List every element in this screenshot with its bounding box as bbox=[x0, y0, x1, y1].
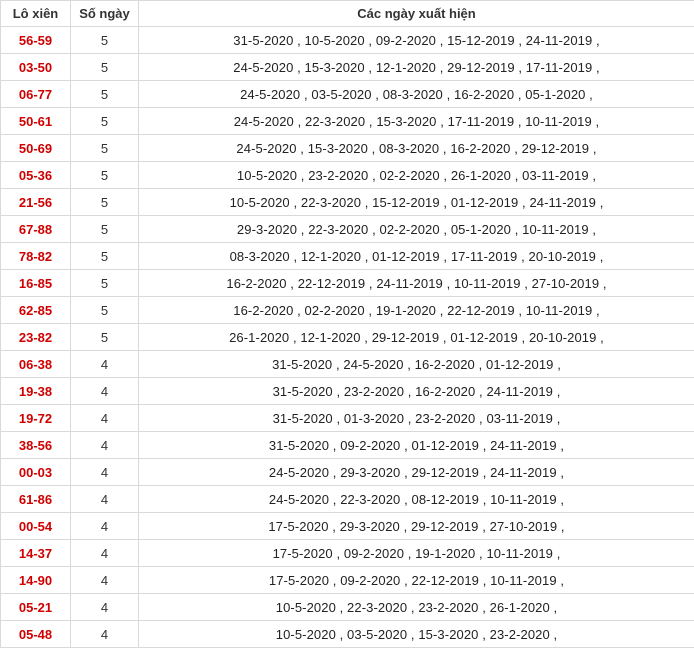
dates-cell: 10-5-2020 , 22-3-2020 , 23-2-2020 , 26-1… bbox=[139, 594, 694, 621]
pair-cell: 19-72 bbox=[1, 405, 71, 432]
days-cell: 5 bbox=[71, 108, 139, 135]
pair-cell: 16-85 bbox=[1, 270, 71, 297]
dates-cell: 24-5-2020 , 29-3-2020 , 29-12-2019 , 24-… bbox=[139, 459, 694, 486]
pair-cell: 38-56 bbox=[1, 432, 71, 459]
days-cell: 5 bbox=[71, 27, 139, 54]
dates-cell: 31-5-2020 , 23-2-2020 , 16-2-2020 , 24-1… bbox=[139, 378, 694, 405]
pair-cell: 06-38 bbox=[1, 351, 71, 378]
pair-cell: 21-56 bbox=[1, 189, 71, 216]
dates-cell: 17-5-2020 , 09-2-2020 , 19-1-2020 , 10-1… bbox=[139, 540, 694, 567]
days-cell: 5 bbox=[71, 216, 139, 243]
dates-cell: 24-5-2020 , 22-3-2020 , 08-12-2019 , 10-… bbox=[139, 486, 694, 513]
header-lo-xien: Lô xiên bbox=[1, 1, 71, 27]
pair-cell: 78-82 bbox=[1, 243, 71, 270]
pair-cell: 14-37 bbox=[1, 540, 71, 567]
pair-cell: 62-85 bbox=[1, 297, 71, 324]
table-row: 56-59531-5-2020 , 10-5-2020 , 09-2-2020 … bbox=[1, 27, 694, 54]
table-row: 50-69524-5-2020 , 15-3-2020 , 08-3-2020 … bbox=[1, 135, 694, 162]
days-cell: 5 bbox=[71, 54, 139, 81]
dates-cell: 10-5-2020 , 23-2-2020 , 02-2-2020 , 26-1… bbox=[139, 162, 694, 189]
header-so-ngay: Số ngày bbox=[71, 1, 139, 27]
days-cell: 4 bbox=[71, 432, 139, 459]
table-row: 78-82508-3-2020 , 12-1-2020 , 01-12-2019… bbox=[1, 243, 694, 270]
lo-xien-table: Lô xiên Số ngày Các ngày xuất hiện 56-59… bbox=[0, 0, 694, 648]
days-cell: 4 bbox=[71, 540, 139, 567]
table-row: 05-21410-5-2020 , 22-3-2020 , 23-2-2020 … bbox=[1, 594, 694, 621]
dates-cell: 16-2-2020 , 02-2-2020 , 19-1-2020 , 22-1… bbox=[139, 297, 694, 324]
pair-cell: 03-50 bbox=[1, 54, 71, 81]
table-row: 19-38431-5-2020 , 23-2-2020 , 16-2-2020 … bbox=[1, 378, 694, 405]
table-row: 50-61524-5-2020 , 22-3-2020 , 15-3-2020 … bbox=[1, 108, 694, 135]
table-row: 05-36510-5-2020 , 23-2-2020 , 02-2-2020 … bbox=[1, 162, 694, 189]
dates-cell: 16-2-2020 , 22-12-2019 , 24-11-2019 , 10… bbox=[139, 270, 694, 297]
table-row: 19-72431-5-2020 , 01-3-2020 , 23-2-2020 … bbox=[1, 405, 694, 432]
days-cell: 5 bbox=[71, 324, 139, 351]
dates-cell: 24-5-2020 , 22-3-2020 , 15-3-2020 , 17-1… bbox=[139, 108, 694, 135]
table-row: 14-37417-5-2020 , 09-2-2020 , 19-1-2020 … bbox=[1, 540, 694, 567]
pair-cell: 14-90 bbox=[1, 567, 71, 594]
dates-cell: 17-5-2020 , 09-2-2020 , 22-12-2019 , 10-… bbox=[139, 567, 694, 594]
table-row: 23-82526-1-2020 , 12-1-2020 , 29-12-2019… bbox=[1, 324, 694, 351]
days-cell: 4 bbox=[71, 459, 139, 486]
dates-cell: 10-5-2020 , 22-3-2020 , 15-12-2019 , 01-… bbox=[139, 189, 694, 216]
pair-cell: 05-48 bbox=[1, 621, 71, 648]
days-cell: 4 bbox=[71, 378, 139, 405]
dates-cell: 31-5-2020 , 01-3-2020 , 23-2-2020 , 03-1… bbox=[139, 405, 694, 432]
pair-cell: 05-21 bbox=[1, 594, 71, 621]
days-cell: 5 bbox=[71, 297, 139, 324]
table-row: 16-85516-2-2020 , 22-12-2019 , 24-11-201… bbox=[1, 270, 694, 297]
table-row: 03-50524-5-2020 , 15-3-2020 , 12-1-2020 … bbox=[1, 54, 694, 81]
dates-cell: 08-3-2020 , 12-1-2020 , 01-12-2019 , 17-… bbox=[139, 243, 694, 270]
dates-cell: 24-5-2020 , 15-3-2020 , 08-3-2020 , 16-2… bbox=[139, 135, 694, 162]
table-row: 67-88529-3-2020 , 22-3-2020 , 02-2-2020 … bbox=[1, 216, 694, 243]
dates-cell: 24-5-2020 , 03-5-2020 , 08-3-2020 , 16-2… bbox=[139, 81, 694, 108]
days-cell: 4 bbox=[71, 621, 139, 648]
pair-cell: 06-77 bbox=[1, 81, 71, 108]
dates-cell: 17-5-2020 , 29-3-2020 , 29-12-2019 , 27-… bbox=[139, 513, 694, 540]
days-cell: 4 bbox=[71, 486, 139, 513]
days-cell: 4 bbox=[71, 567, 139, 594]
pair-cell: 05-36 bbox=[1, 162, 71, 189]
dates-cell: 10-5-2020 , 03-5-2020 , 15-3-2020 , 23-2… bbox=[139, 621, 694, 648]
table-row: 62-85516-2-2020 , 02-2-2020 , 19-1-2020 … bbox=[1, 297, 694, 324]
dates-cell: 31-5-2020 , 09-2-2020 , 01-12-2019 , 24-… bbox=[139, 432, 694, 459]
days-cell: 5 bbox=[71, 135, 139, 162]
days-cell: 5 bbox=[71, 189, 139, 216]
dates-cell: 31-5-2020 , 10-5-2020 , 09-2-2020 , 15-1… bbox=[139, 27, 694, 54]
dates-cell: 26-1-2020 , 12-1-2020 , 29-12-2019 , 01-… bbox=[139, 324, 694, 351]
table-row: 06-38431-5-2020 , 24-5-2020 , 16-2-2020 … bbox=[1, 351, 694, 378]
days-cell: 4 bbox=[71, 513, 139, 540]
table-row: 14-90417-5-2020 , 09-2-2020 , 22-12-2019… bbox=[1, 567, 694, 594]
dates-cell: 24-5-2020 , 15-3-2020 , 12-1-2020 , 29-1… bbox=[139, 54, 694, 81]
days-cell: 5 bbox=[71, 162, 139, 189]
pair-cell: 50-69 bbox=[1, 135, 71, 162]
table-row: 61-86424-5-2020 , 22-3-2020 , 08-12-2019… bbox=[1, 486, 694, 513]
pair-cell: 61-86 bbox=[1, 486, 71, 513]
pair-cell: 00-54 bbox=[1, 513, 71, 540]
pair-cell: 23-82 bbox=[1, 324, 71, 351]
days-cell: 4 bbox=[71, 405, 139, 432]
days-cell: 5 bbox=[71, 81, 139, 108]
table-row: 21-56510-5-2020 , 22-3-2020 , 15-12-2019… bbox=[1, 189, 694, 216]
dates-cell: 29-3-2020 , 22-3-2020 , 02-2-2020 , 05-1… bbox=[139, 216, 694, 243]
days-cell: 5 bbox=[71, 270, 139, 297]
days-cell: 5 bbox=[71, 243, 139, 270]
pair-cell: 00-03 bbox=[1, 459, 71, 486]
pair-cell: 19-38 bbox=[1, 378, 71, 405]
table-row: 05-48410-5-2020 , 03-5-2020 , 15-3-2020 … bbox=[1, 621, 694, 648]
table-row: 38-56431-5-2020 , 09-2-2020 , 01-12-2019… bbox=[1, 432, 694, 459]
table-header-row: Lô xiên Số ngày Các ngày xuất hiện bbox=[1, 1, 694, 27]
dates-cell: 31-5-2020 , 24-5-2020 , 16-2-2020 , 01-1… bbox=[139, 351, 694, 378]
table-row: 00-03424-5-2020 , 29-3-2020 , 29-12-2019… bbox=[1, 459, 694, 486]
table-row: 06-77524-5-2020 , 03-5-2020 , 08-3-2020 … bbox=[1, 81, 694, 108]
days-cell: 4 bbox=[71, 351, 139, 378]
pair-cell: 67-88 bbox=[1, 216, 71, 243]
days-cell: 4 bbox=[71, 594, 139, 621]
table-row: 00-54417-5-2020 , 29-3-2020 , 29-12-2019… bbox=[1, 513, 694, 540]
pair-cell: 56-59 bbox=[1, 27, 71, 54]
header-cac-ngay-xuat-hien: Các ngày xuất hiện bbox=[139, 1, 694, 27]
pair-cell: 50-61 bbox=[1, 108, 71, 135]
